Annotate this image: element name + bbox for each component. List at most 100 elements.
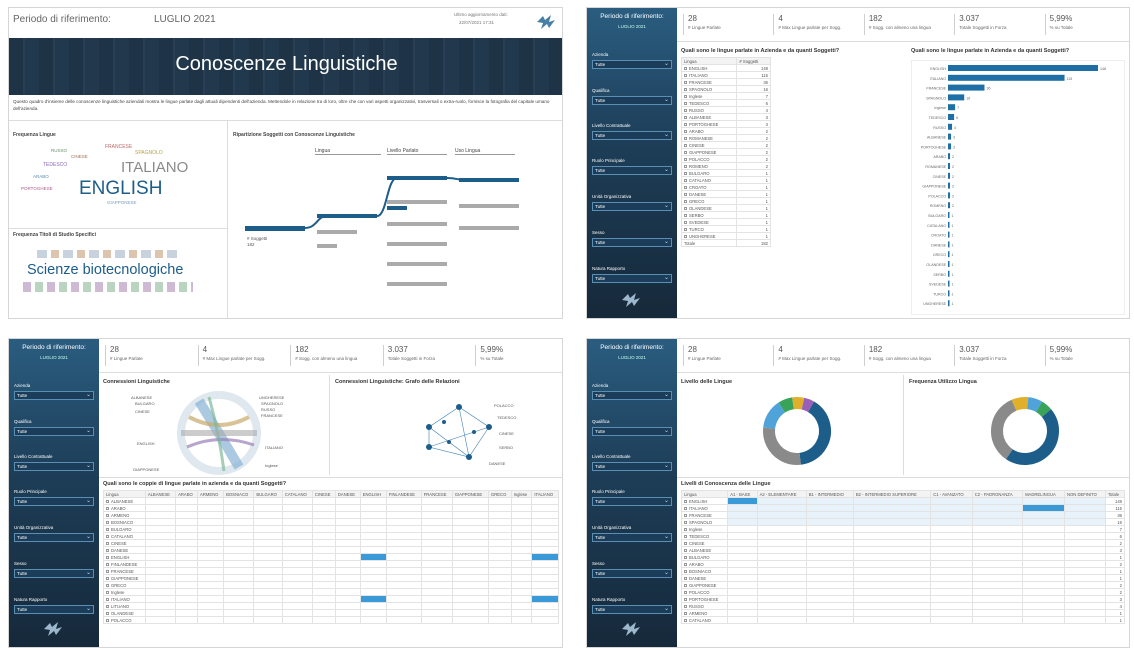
matrix-cell[interactable] bbox=[334, 609, 361, 617]
bar[interactable] bbox=[948, 163, 951, 169]
expand-icon[interactable] bbox=[684, 185, 687, 189]
matrix-cell[interactable] bbox=[144, 532, 177, 540]
matrix-cell[interactable] bbox=[487, 504, 512, 512]
table-row[interactable]: BOSNIACO 1 bbox=[680, 567, 1126, 575]
filter-azienda[interactable]: Azienda Tutte bbox=[14, 383, 94, 400]
matrix-cell[interactable] bbox=[756, 581, 807, 589]
filter-dropdown[interactable]: Tutte bbox=[592, 391, 672, 400]
matrix-cell[interactable] bbox=[197, 532, 225, 540]
matrix-cell[interactable] bbox=[852, 560, 932, 568]
matrix-cell[interactable] bbox=[359, 546, 387, 554]
matrix-cell[interactable] bbox=[756, 546, 807, 554]
matrix-col[interactable]: B2 - INTERMEDIO SUPERIORE bbox=[852, 490, 932, 498]
matrix-cell[interactable] bbox=[451, 574, 489, 582]
table-row[interactable]: OLANDESE bbox=[103, 609, 559, 617]
matrix-cell[interactable] bbox=[385, 616, 422, 624]
matrix-cell[interactable] bbox=[253, 539, 283, 547]
matrix-cell[interactable] bbox=[727, 574, 758, 582]
matrix-cell[interactable] bbox=[281, 581, 313, 589]
matrix-cell[interactable] bbox=[971, 518, 1024, 526]
matrix-cell[interactable] bbox=[175, 588, 199, 596]
matrix-cell[interactable] bbox=[727, 532, 758, 540]
matrix-cell[interactable] bbox=[281, 532, 313, 540]
matrix-cell[interactable] bbox=[1063, 532, 1106, 540]
table-row[interactable]: ENGLISH bbox=[103, 553, 559, 561]
matrix-cell[interactable] bbox=[756, 539, 807, 547]
matrix-cell[interactable] bbox=[359, 511, 387, 519]
table-row[interactable]: ARABO 2 bbox=[680, 560, 1126, 568]
expand-icon[interactable] bbox=[684, 555, 687, 559]
matrix-cell[interactable] bbox=[311, 574, 336, 582]
matrix-cell[interactable] bbox=[756, 602, 807, 610]
table-row[interactable]: LITUANO bbox=[103, 602, 559, 610]
matrix-cell[interactable] bbox=[510, 497, 533, 505]
table-row[interactable]: FRANCESE bbox=[103, 567, 559, 575]
matrix-cell[interactable] bbox=[510, 553, 533, 561]
matrix-cell[interactable] bbox=[852, 546, 932, 554]
matrix-cell[interactable] bbox=[175, 511, 199, 519]
table-row[interactable]: CINESE 2 bbox=[680, 141, 771, 149]
expand-icon[interactable] bbox=[684, 213, 687, 217]
expand-icon[interactable] bbox=[684, 548, 687, 552]
matrix-col[interactable]: ENGLISH bbox=[359, 490, 387, 498]
expand-icon[interactable] bbox=[684, 192, 687, 196]
filter-sesso[interactable]: Sesso Tutte bbox=[14, 561, 94, 578]
expand-icon[interactable] bbox=[684, 604, 687, 608]
expand-icon[interactable] bbox=[106, 583, 109, 587]
matrix-cell[interactable] bbox=[852, 581, 932, 589]
matrix-cell[interactable] bbox=[531, 518, 559, 526]
matrix-cell[interactable] bbox=[510, 581, 533, 589]
matrix-cell[interactable] bbox=[175, 525, 199, 533]
matrix-cell[interactable] bbox=[420, 574, 453, 582]
expand-icon[interactable] bbox=[684, 618, 687, 622]
expand-icon[interactable] bbox=[684, 220, 687, 224]
matrix-cell[interactable] bbox=[852, 588, 932, 596]
matrix-cell[interactable] bbox=[175, 616, 199, 624]
expand-icon[interactable] bbox=[684, 87, 687, 91]
expand-icon[interactable] bbox=[106, 520, 109, 524]
matrix-cell[interactable] bbox=[756, 560, 807, 568]
matrix-cell[interactable] bbox=[359, 588, 387, 596]
matrix-cell[interactable] bbox=[1063, 609, 1106, 617]
matrix-col[interactable]: B1 - INTERMEDIO bbox=[805, 490, 854, 498]
matrix-cell[interactable] bbox=[805, 539, 854, 547]
matrix-cell[interactable] bbox=[385, 609, 422, 617]
matrix-cell[interactable] bbox=[510, 609, 533, 617]
matrix-cell[interactable] bbox=[359, 532, 387, 540]
matrix-cell[interactable] bbox=[253, 497, 283, 505]
matrix-cell[interactable] bbox=[727, 504, 758, 512]
matrix-cell[interactable] bbox=[727, 539, 758, 547]
table-row[interactable]: SVEDESE 1 bbox=[680, 218, 771, 226]
matrix-cell[interactable] bbox=[1022, 539, 1065, 547]
matrix-cell[interactable] bbox=[144, 581, 177, 589]
matrix-cell[interactable] bbox=[144, 560, 177, 568]
matrix-cell[interactable] bbox=[451, 560, 489, 568]
table-row[interactable]: Inglese 7 bbox=[680, 92, 771, 100]
matrix-cell[interactable] bbox=[930, 581, 973, 589]
matrix-cell[interactable] bbox=[385, 546, 422, 554]
filter-livello[interactable]: Livello Contrattuale Tutte bbox=[14, 454, 94, 471]
expand-icon[interactable] bbox=[684, 513, 687, 517]
matrix-cell[interactable] bbox=[451, 504, 489, 512]
matrix-cell[interactable] bbox=[1022, 595, 1065, 603]
matrix-cell[interactable] bbox=[487, 532, 512, 540]
filter-dropdown[interactable]: Tutte bbox=[14, 569, 94, 578]
matrix-cell[interactable] bbox=[385, 574, 422, 582]
matrix-cell[interactable] bbox=[531, 574, 559, 582]
expand-icon[interactable] bbox=[684, 164, 687, 168]
bar[interactable] bbox=[948, 143, 952, 150]
table-row[interactable]: CROATO 1 bbox=[680, 183, 771, 191]
matrix-cell[interactable] bbox=[359, 616, 387, 624]
matrix-cell[interactable] bbox=[311, 518, 336, 526]
matrix-cell[interactable] bbox=[420, 616, 453, 624]
matrix-col[interactable]: FINLANDESE bbox=[385, 490, 422, 498]
table-row[interactable]: BULGARO 1 bbox=[680, 169, 771, 177]
matrix-cell[interactable] bbox=[334, 532, 361, 540]
matrix-cell[interactable] bbox=[281, 546, 313, 554]
matrix-cell[interactable] bbox=[385, 539, 422, 547]
bar[interactable] bbox=[948, 74, 1065, 81]
matrix-cell[interactable] bbox=[334, 539, 361, 547]
matrix-cell[interactable] bbox=[487, 581, 512, 589]
filter-livello[interactable]: Livello Contrattuale Tutte bbox=[592, 123, 672, 140]
matrix-cell[interactable] bbox=[359, 595, 387, 603]
